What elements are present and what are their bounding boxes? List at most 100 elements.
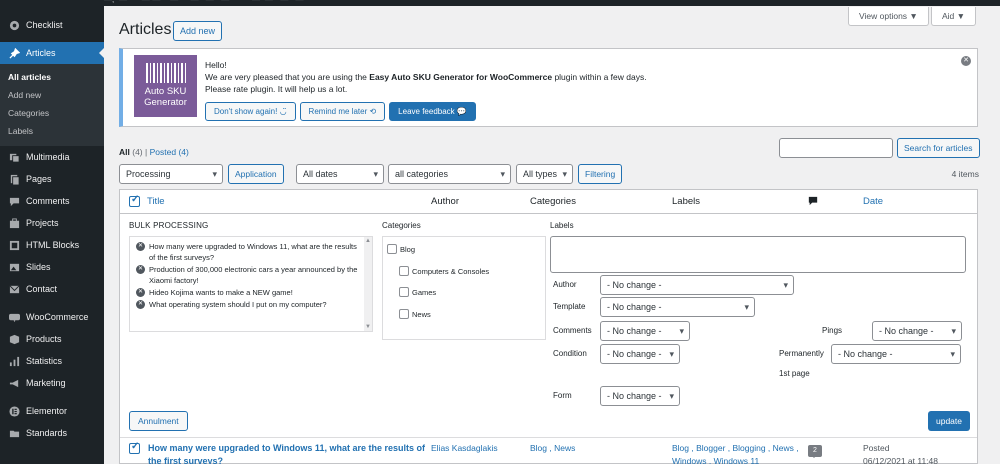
notice-hello: Hello! <box>205 60 227 70</box>
products-icon <box>8 333 20 345</box>
update-button[interactable]: update <box>928 411 970 431</box>
row-title-link[interactable]: How many were upgraded to Windows 11, wh… <box>148 442 428 464</box>
bulk-post-title: Hideo Kojima wants to make a NEW game! <box>149 288 293 297</box>
comment-column-icon <box>808 196 818 209</box>
admin-sidebar: Checklist Articles All articles Add new … <box>0 6 104 464</box>
category-games[interactable]: Games <box>399 287 436 297</box>
bulk-post-item: ✕ What operating system should I put on m… <box>136 299 364 310</box>
menu-item-articles[interactable]: Articles <box>0 42 104 64</box>
menu-item-label: WooCommerce <box>26 312 89 322</box>
menu-item-products[interactable]: Products <box>0 328 104 350</box>
category-news[interactable]: News <box>399 309 431 319</box>
bulk-post-item: ✕ How many were upgraded to Windows 11, w… <box>136 241 364 263</box>
menu-item-label: Marketing <box>26 378 66 388</box>
menu-item-multimedia[interactable]: Multimedia <box>0 146 104 168</box>
filter-button[interactable]: Filtering <box>578 164 623 184</box>
menu-item-label: Slides <box>26 262 51 272</box>
author-select[interactable]: - No change - <box>600 275 794 295</box>
remove-icon[interactable]: ✕ <box>136 288 145 297</box>
categories-filter-select[interactable]: all categories <box>388 164 511 184</box>
dates-filter-select[interactable]: All dates <box>296 164 384 184</box>
scroll-down-icon[interactable]: ▼ <box>365 324 371 330</box>
permanently-select[interactable]: - No change - <box>831 344 961 364</box>
menu-item-checklist[interactable]: Checklist <box>0 14 104 36</box>
scroll-up-icon[interactable]: ▲ <box>365 238 371 244</box>
menu-item-projects[interactable]: Projects <box>0 212 104 234</box>
menu-item-standards[interactable]: Standards <box>0 422 104 444</box>
category-blog[interactable]: Blog <box>387 244 415 254</box>
labels-textarea[interactable] <box>550 236 966 273</box>
submenu-add-new[interactable]: Add new <box>0 86 104 104</box>
search-articles-button[interactable]: Search for articles <box>897 138 980 158</box>
row-labels-line2[interactable]: Windows , Windows 11 <box>672 455 759 464</box>
remind-me-later-button[interactable]: Remind me later ⟲ <box>299 102 386 121</box>
row-categories-links[interactable]: Blog , News <box>530 442 575 455</box>
filter-posted-link[interactable]: Posted <box>150 147 176 157</box>
bulk-post-item: ✕ Hideo Kojima wants to make a NEW game! <box>136 287 364 298</box>
menu-item-pages[interactable]: Pages <box>0 168 104 190</box>
form-select[interactable]: - No change - <box>600 386 680 406</box>
barcode-icon <box>145 63 186 83</box>
comments-select[interactable]: - No change - <box>600 321 690 341</box>
remove-icon[interactable]: ✕ <box>136 300 145 309</box>
row-labels-line1[interactable]: Blog , Blogger , Blogging , News , <box>672 442 799 455</box>
filter-all-link[interactable]: All <box>119 147 130 157</box>
row-checkbox[interactable] <box>129 441 140 454</box>
submenu-labels[interactable]: Labels <box>0 122 104 140</box>
types-filter-select[interactable]: All types <box>516 164 573 184</box>
comment-count-badge[interactable]: 2 <box>808 445 822 458</box>
column-date-header[interactable]: Date <box>863 196 883 207</box>
menu-item-contact[interactable]: Contact <box>0 278 104 300</box>
menu-item-woocommerce[interactable]: WooCommerce <box>0 306 104 328</box>
main-content: View options ▼ Aid ▼ Articles Add new Au… <box>104 6 1000 464</box>
view-options-button[interactable]: View options ▼ <box>848 7 929 26</box>
category-checkbox[interactable] <box>399 309 409 319</box>
bulk-list-scrollbar[interactable]: ▲ ▼ <box>364 237 372 331</box>
woocommerce-icon <box>8 311 20 323</box>
search-input[interactable] <box>779 138 893 158</box>
category-checkbox[interactable] <box>399 266 409 276</box>
pings-select[interactable]: - No change - <box>872 321 962 341</box>
filter-posted-count: (4) <box>178 147 189 157</box>
condition-select[interactable]: - No change - <box>600 344 680 364</box>
category-checkbox[interactable] <box>387 244 397 254</box>
remove-icon[interactable]: ✕ <box>136 242 145 251</box>
template-select[interactable]: - No change - <box>600 297 755 317</box>
folder-icon <box>8 427 20 439</box>
pages-icon <box>8 173 20 185</box>
menu-item-label: HTML Blocks <box>26 240 80 250</box>
menu-item-slides[interactable]: Slides <box>0 256 104 278</box>
checklist-icon <box>8 19 20 31</box>
submenu-categories[interactable]: Categories <box>0 104 104 122</box>
menu-item-label: Products <box>26 334 62 344</box>
apply-button[interactable]: Application <box>228 164 284 184</box>
articles-submenu: All articles Add new Categories Labels <box>0 64 104 146</box>
dont-show-again-button[interactable]: Don't show again! ◡̈ <box>205 102 296 121</box>
menu-item-comments[interactable]: Comments <box>0 190 104 212</box>
annulment-button[interactable]: Annulment <box>129 411 188 431</box>
leave-feedback-button[interactable]: Leave feedback 💬 <box>389 102 476 121</box>
remove-icon[interactable]: ✕ <box>136 265 145 274</box>
column-title-header[interactable]: Title <box>147 196 165 207</box>
submenu-all-articles[interactable]: All articles <box>0 68 104 86</box>
auto-sku-logo: Auto SKU Generator <box>134 55 197 117</box>
category-checkbox[interactable] <box>399 287 409 297</box>
elementor-icon <box>8 405 20 417</box>
aid-button[interactable]: Aid ▼ <box>931 7 977 26</box>
menu-item-statistics[interactable]: Statistics <box>0 350 104 372</box>
menu-item-label: Articles <box>26 48 56 58</box>
select-all-checkbox[interactable] <box>129 194 140 207</box>
bulk-action-select[interactable]: Processing <box>119 164 223 184</box>
bulk-post-title: Production of 300,000 electronic cars a … <box>149 265 358 285</box>
menu-item-html-blocks[interactable]: HTML Blocks <box>0 234 104 256</box>
menu-item-elementor[interactable]: Elementor <box>0 400 104 422</box>
menu-item-marketing[interactable]: Marketing <box>0 372 104 394</box>
bulk-posts-list: ✕ How many were upgraded to Windows 11, w… <box>129 236 373 332</box>
row-author-link[interactable]: Elias Kasdaglakis <box>431 442 498 455</box>
category-label: News <box>412 309 431 319</box>
bulk-post-title: What operating system should I put on my… <box>149 300 327 309</box>
add-new-button[interactable]: Add new <box>173 21 223 41</box>
category-computers-consoles[interactable]: Computers & Consoles <box>399 266 489 276</box>
close-icon[interactable]: ✕ <box>961 56 971 66</box>
bulk-post-title: How many were upgraded to Windows 11, wh… <box>149 242 357 262</box>
